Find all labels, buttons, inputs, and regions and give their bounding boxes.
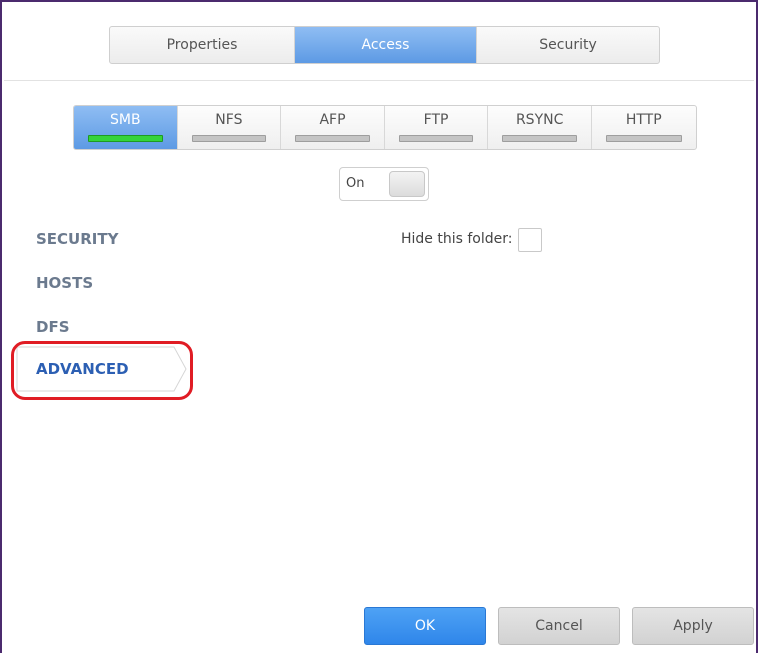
protocol-tab-http[interactable]: HTTP [592, 106, 696, 149]
protocol-tab-smb[interactable]: SMB [74, 106, 178, 149]
protocol-status-bar [502, 135, 577, 142]
apply-button[interactable]: Apply [632, 607, 754, 645]
cancel-button[interactable]: Cancel [498, 607, 620, 645]
main-tab-bar: Properties Access Security [109, 26, 660, 64]
ok-button[interactable]: OK [364, 607, 486, 645]
smb-enable-toggle[interactable]: On [339, 167, 429, 201]
protocol-status-bar [605, 135, 682, 142]
protocol-tab-label: SMB [110, 112, 141, 128]
nav-item-advanced[interactable]: ADVANCED [16, 346, 188, 392]
protocol-tab-nfs[interactable]: NFS [178, 106, 282, 149]
tab-security[interactable]: Security [477, 27, 659, 63]
protocol-status-bar [398, 135, 474, 142]
protocol-tab-label: HTTP [625, 112, 662, 128]
nav-item-dfs[interactable]: DFS [36, 318, 70, 336]
nav-item-hosts[interactable]: HOSTS [36, 274, 93, 292]
protocol-status-bar-enabled [88, 135, 163, 142]
protocol-tab-bar: SMB NFS AFP FTP RSYNC HTTP [73, 105, 697, 150]
toggle-label: On [346, 176, 365, 191]
protocol-tab-afp[interactable]: AFP [281, 106, 385, 149]
hide-folder-label: Hide this folder: [401, 231, 513, 247]
protocol-tab-label: AFP [319, 112, 346, 128]
nav-item-advanced-label: ADVANCED [36, 360, 129, 378]
protocol-tab-label: FTP [423, 112, 449, 128]
tab-properties[interactable]: Properties [110, 27, 295, 63]
protocol-tab-rsync[interactable]: RSYNC [488, 106, 592, 149]
toggle-knob[interactable] [389, 171, 425, 197]
share-settings-window: Properties Access Security SMB NFS AFP F… [0, 0, 758, 653]
protocol-status-bar [191, 135, 267, 142]
header-divider [4, 80, 754, 81]
protocol-tab-ftp[interactable]: FTP [385, 106, 489, 149]
protocol-tab-label: RSYNC [515, 112, 564, 128]
protocol-status-bar [295, 135, 370, 142]
protocol-tab-label: NFS [215, 112, 243, 128]
nav-item-security[interactable]: SECURITY [36, 230, 118, 248]
tab-access[interactable]: Access [295, 27, 477, 63]
hide-folder-checkbox[interactable] [518, 228, 542, 252]
